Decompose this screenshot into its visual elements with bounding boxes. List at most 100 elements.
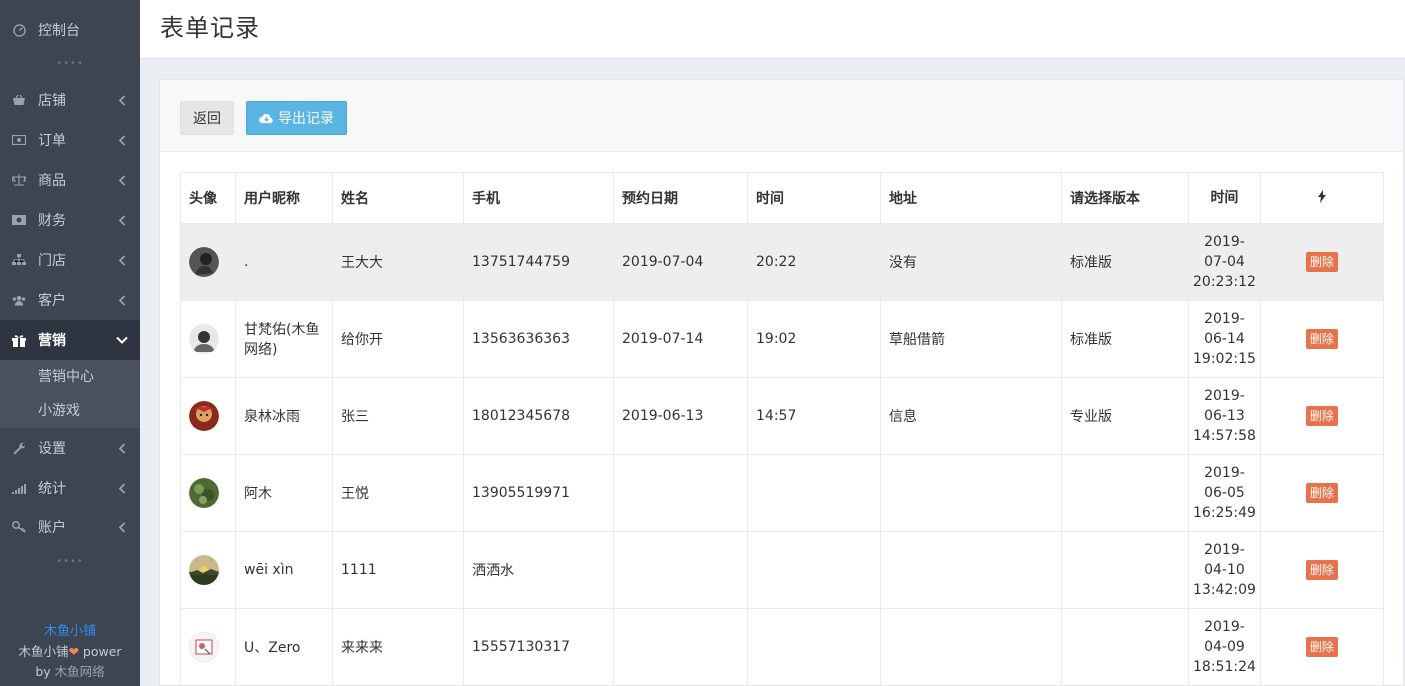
action-cell: 删除 [1259,608,1384,686]
timestamp-year: 2019- [1204,619,1245,635]
created-time-cell: 2019- 04-09 18:51:24 [1188,608,1261,686]
address-cell [880,608,1062,686]
phone-cell: 13563636363 [463,300,614,378]
created-time-cell: 2019- 07-04 20:23:12 [1188,223,1261,301]
column-header-address: 地址 [880,172,1062,224]
sidebar-item-label: 统计 [38,481,66,497]
timestamp-date: 04-09 [1204,639,1245,655]
export-button-label: 导出记录 [278,111,334,127]
column-header-nickname: 用户昵称 [235,172,333,224]
sidebar-item-label: 订单 [38,133,66,149]
name-cell: 给你开 [332,300,464,378]
address-cell: 草船借箭 [880,300,1062,378]
sidebar-item-label: 店铺 [38,93,66,109]
chevron-left-icon [116,442,128,454]
sidebar-item-settings[interactable]: 设置 [0,428,140,468]
sidebar-item-account[interactable]: 账户 [0,507,140,547]
sidebar-item-orders[interactable]: 订单 [0,120,140,160]
phone-cell: 18012345678 [463,377,614,455]
column-header-phone: 手机 [463,172,614,224]
date-cell: 2019-07-04 [613,223,748,301]
sidebar-item-label: 设置 [38,441,66,457]
table-header-row: 头像 用户昵称 姓名 手机 预约日期 时间 地址 请选择版本 时间 [180,172,1384,224]
heart-icon: ❤ [68,644,79,659]
footer-company-link[interactable]: 木鱼网络 [55,664,105,679]
sidebar-item-customers[interactable]: 客户 [0,280,140,320]
chevron-left-icon [116,174,128,186]
delete-button[interactable]: 删除 [1305,252,1338,272]
dashboard-icon [12,23,26,37]
action-cell: 删除 [1259,454,1384,532]
nickname-cell: . [235,223,333,301]
wrench-icon [12,441,26,455]
table-row: wēi xìn 1111 洒洒水 2019- 04-10 13:42:09 删除 [180,531,1384,609]
sidebar-item-products[interactable]: 商品 [0,160,140,200]
sidebar-item-marketing[interactable]: 营销 [0,320,140,360]
phone-cell: 洒洒水 [463,531,614,609]
table-row: 阿木 王悦 13905519971 2019- 06-05 16:25:49 删除 [180,454,1384,532]
footer-brand-link[interactable]: 木鱼小铺 [0,622,140,642]
action-cell: 删除 [1259,377,1384,455]
footer-brand-name: 木鱼小铺 [18,644,69,659]
sidebar-item-store[interactable]: 店铺 [0,80,140,120]
cash-icon [12,213,26,227]
sidebar-item-dashboard[interactable]: 控制台 [0,10,140,50]
footer-by-line: by 木鱼网络 [0,662,140,682]
lightning-icon [1317,189,1326,203]
date-cell: 2019-06-13 [613,377,748,455]
address-cell: 没有 [880,223,1062,301]
timestamp-year: 2019- [1204,311,1245,327]
time-cell: 19:02 [747,300,881,378]
chevron-left-icon [116,521,128,533]
sidebar-item-stores[interactable]: 门店 [0,240,140,280]
timestamp-year: 2019- [1204,388,1245,404]
back-button[interactable]: 返回 [180,101,234,135]
avatar-cell [180,608,236,686]
timestamp-date: 07-04 [1204,254,1245,270]
time-cell: 14:57 [747,377,881,455]
basket-icon [12,93,26,107]
time-cell [747,608,881,686]
address-cell [880,531,1062,609]
page-title: 表单记录 [160,14,260,42]
submenu-item-marketing-center[interactable]: 营销中心 [0,360,140,394]
address-cell: 信息 [880,377,1062,455]
table-row: 泉林冰雨 张三 18012345678 2019-06-13 14:57 信息 … [180,377,1384,455]
sidebar-item-label: 财务 [38,213,66,229]
chevron-left-icon [116,214,128,226]
export-records-button[interactable]: 导出记录 [246,101,347,135]
column-header-time: 时间 [747,172,881,224]
delete-button[interactable]: 删除 [1305,560,1338,580]
delete-button[interactable]: 删除 [1305,483,1338,503]
time-cell [747,454,881,532]
nickname-cell: 泉林冰雨 [235,377,333,455]
phone-cell: 13905519971 [463,454,614,532]
delete-button[interactable]: 删除 [1305,637,1338,657]
column-header-booking-date: 预约日期 [613,172,748,224]
avatar [189,401,219,431]
avatar [189,478,219,508]
delete-button[interactable]: 删除 [1305,329,1338,349]
table-row: 甘梵佑(木鱼网络) 给你开 13563636363 2019-07-14 19:… [180,300,1384,378]
timestamp-date: 06-14 [1204,331,1245,347]
sitemap-icon [12,253,26,267]
delete-button[interactable]: 删除 [1305,406,1338,426]
table-row: U、Zero 来来来 15557130317 2019- 04-09 18:51:2… [180,608,1384,686]
sidebar-item-stats[interactable]: 统计 [0,468,140,508]
column-header-version: 请选择版本 [1061,172,1189,224]
nickname-cell: wēi xìn [235,531,333,609]
avatar [189,324,219,354]
action-cell: 删除 [1259,531,1384,609]
avatar-cell [180,531,236,609]
version-cell [1061,608,1189,686]
address-cell [880,454,1062,532]
column-header-actions [1259,172,1384,224]
nickname-cell: 阿木 [235,454,333,532]
sidebar-item-finance[interactable]: 财务 [0,200,140,240]
version-cell: 标准版 [1061,300,1189,378]
submenu-item-mini-games[interactable]: 小游戏 [0,394,140,428]
name-cell: 张三 [332,377,464,455]
action-cell: 删除 [1259,223,1384,301]
nickname-cell: U、Zero [235,608,333,686]
phone-cell: 15557130317 [463,608,614,686]
